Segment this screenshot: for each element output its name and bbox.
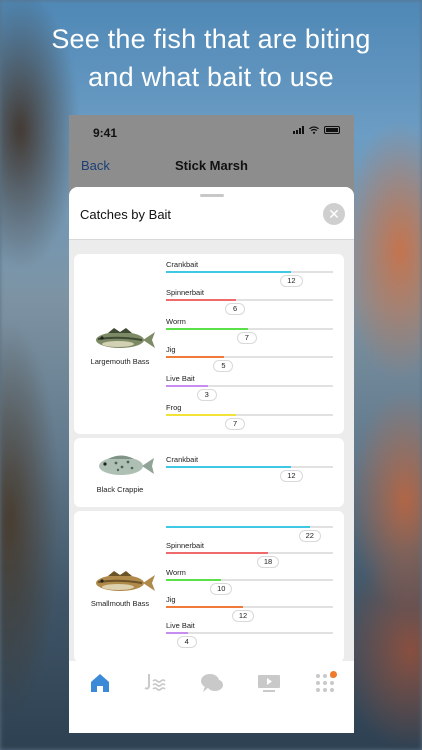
bait-bar-row: Spinnerbait 6 bbox=[166, 288, 334, 316]
notification-badge bbox=[330, 671, 337, 678]
bait-count-pill: 6 bbox=[225, 303, 246, 315]
bait-bar-track bbox=[166, 606, 333, 608]
bait-bar-row: Worm 7 bbox=[166, 317, 334, 345]
bait-count-pill: 12 bbox=[280, 470, 303, 482]
close-button[interactable]: ✕ bbox=[323, 203, 345, 225]
tab-chat[interactable] bbox=[198, 673, 226, 697]
tab-bar bbox=[69, 661, 354, 733]
sheet-header: Catches by Bait ✕ bbox=[69, 187, 354, 240]
bait-bar-row: Frog 7 bbox=[166, 403, 334, 431]
bait-bar-track bbox=[166, 385, 333, 387]
bait-bar-track bbox=[166, 356, 333, 358]
bait-label: Spinnerbait bbox=[166, 288, 204, 297]
catch-list[interactable]: Largemouth Bass Crankbait 12 Spinnerbait 6 Wo… bbox=[69, 247, 354, 661]
bait-label: Worm bbox=[166, 317, 186, 326]
fish-card[interactable]: Black Crappie Crankbait 12 bbox=[74, 438, 344, 507]
sheet-grabber[interactable] bbox=[200, 194, 224, 197]
status-bar: 9:41 bbox=[69, 115, 354, 147]
bait-bar-row: Live Bait 4 bbox=[166, 621, 334, 649]
bait-count-pill: 5 bbox=[213, 360, 234, 372]
bait-bar-track bbox=[166, 271, 333, 273]
chat-bubbles-icon bbox=[200, 673, 224, 698]
bait-label: Crankbait bbox=[166, 455, 199, 464]
bait-bar-track bbox=[166, 552, 333, 554]
fish-name: Black Crappie bbox=[96, 485, 144, 494]
battery-icon bbox=[324, 126, 340, 134]
black-crappie-image bbox=[88, 453, 158, 477]
status-time: 9:41 bbox=[93, 126, 118, 140]
bait-label: Worm bbox=[166, 568, 186, 577]
bait-label: Jig bbox=[166, 595, 176, 604]
bait-label: Live Bait bbox=[166, 621, 195, 630]
smallmouth-bass-image bbox=[88, 569, 158, 593]
promo-headline: See the fish that are biting and what ba… bbox=[0, 20, 422, 96]
largemouth-bass-image bbox=[88, 326, 158, 350]
bait-bar-row: Crankbait 12 bbox=[166, 455, 334, 483]
bait-bar-fill bbox=[166, 632, 188, 634]
status-icons bbox=[293, 126, 340, 134]
bait-label: Live Bait bbox=[166, 374, 195, 383]
bait-bar-track bbox=[166, 526, 333, 528]
bait-label: Spinnerbait bbox=[166, 541, 204, 550]
tab-home[interactable] bbox=[86, 673, 114, 697]
cellular-signal-icon bbox=[293, 126, 304, 134]
home-icon bbox=[89, 673, 111, 698]
bait-bar-fill bbox=[166, 271, 292, 273]
bait-label: Jig bbox=[166, 345, 176, 354]
bait-bar-fill bbox=[166, 526, 310, 528]
bait-bar-track bbox=[166, 299, 333, 301]
bait-bar-fill bbox=[166, 606, 243, 608]
bait-bar-fill bbox=[166, 466, 292, 468]
video-play-icon bbox=[257, 673, 281, 698]
tab-more[interactable] bbox=[311, 671, 339, 697]
headline-line-1: See the fish that are biting bbox=[51, 24, 371, 54]
phone-screen: 9:41 Back Stick Marsh Catches by Bait ✕ … bbox=[69, 115, 354, 733]
bait-bar-track bbox=[166, 466, 333, 468]
bait-bar-fill bbox=[166, 579, 222, 581]
bait-bar-row: Live Bait 3 bbox=[166, 374, 334, 402]
bait-bar-fill bbox=[166, 328, 248, 330]
bait-count-pill: 12 bbox=[280, 275, 303, 287]
bait-count-pill: 7 bbox=[225, 418, 246, 430]
catches-sheet: Catches by Bait ✕ Largemouth Bass Crankba… bbox=[69, 187, 354, 661]
hook-water-icon bbox=[143, 673, 169, 698]
bait-bar-fill bbox=[166, 414, 237, 416]
bait-bar-row: Spinnerbait 18 bbox=[166, 541, 334, 569]
bait-bar-fill bbox=[166, 356, 225, 358]
tab-fishing[interactable] bbox=[142, 673, 170, 697]
bait-bar-row: 22 bbox=[166, 515, 334, 543]
bait-bar-track bbox=[166, 328, 333, 330]
bait-bar-row: Crankbait 12 bbox=[166, 260, 334, 288]
bait-bar-track bbox=[166, 632, 333, 634]
fish-card[interactable]: Largemouth Bass Crankbait 12 Spinnerbait 6 Wo… bbox=[74, 254, 344, 434]
bait-count-pill: 18 bbox=[256, 556, 280, 568]
bait-bar-row: Worm 10 bbox=[166, 568, 334, 596]
sheet-title: Catches by Bait bbox=[80, 207, 172, 222]
close-icon: ✕ bbox=[328, 206, 340, 222]
fish-name: Smallmouth Bass bbox=[90, 599, 150, 608]
bait-label: Frog bbox=[166, 403, 182, 412]
bait-bar-fill bbox=[166, 552, 268, 554]
bait-count-pill: 4 bbox=[176, 636, 197, 648]
bait-count-pill: 3 bbox=[196, 389, 217, 401]
bait-bar-fill bbox=[166, 299, 237, 301]
nav-title: Stick Marsh bbox=[175, 158, 248, 173]
bait-bar-track bbox=[166, 414, 333, 416]
bait-bar-row: Jig 5 bbox=[166, 345, 334, 373]
headline-line-2: and what bait to use bbox=[88, 62, 334, 92]
bait-count-pill: 7 bbox=[236, 332, 257, 344]
fish-name: Largemouth Bass bbox=[90, 357, 150, 366]
fish-card[interactable]: Smallmouth Bass 22 Spinnerbait 18 Worm 10 Jig 1… bbox=[74, 511, 344, 661]
wifi-icon bbox=[309, 126, 319, 134]
bait-bar-track bbox=[166, 579, 333, 581]
bait-count-pill: 10 bbox=[210, 583, 233, 595]
tab-video[interactable] bbox=[255, 673, 283, 697]
bait-label: Crankbait bbox=[166, 260, 199, 269]
bait-bar-fill bbox=[166, 385, 208, 387]
nav-bar: Back Stick Marsh bbox=[69, 155, 354, 179]
bait-bar-row: Jig 12 bbox=[166, 595, 334, 623]
